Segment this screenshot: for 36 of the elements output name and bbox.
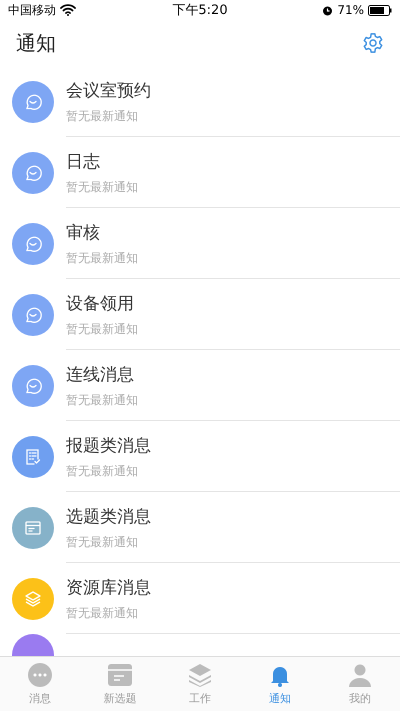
battery-icon bbox=[368, 4, 392, 16]
item-subtitle: 暂无最新通知 bbox=[66, 604, 139, 622]
item-title: 报题类消息 bbox=[66, 434, 151, 456]
status-time: 下午5:20 bbox=[172, 2, 228, 19]
settings-icon[interactable] bbox=[362, 32, 384, 54]
notification-item[interactable]: 连线消息 暂无最新通知 bbox=[0, 350, 400, 421]
item-subtitle: 暂无最新通知 bbox=[66, 462, 139, 480]
item-subtitle: 暂无最新通知 bbox=[66, 108, 139, 124]
item-title: 设备领用 bbox=[66, 292, 135, 314]
item-title: 日志 bbox=[66, 150, 101, 172]
item-subtitle: 暂无最新通知 bbox=[66, 178, 138, 196]
item-subtitle: 暂无最新通知 bbox=[66, 250, 138, 266]
notification-item[interactable]: 报题类消息 暂无最新通知 bbox=[0, 421, 400, 492]
item-title: 资源库消息 bbox=[66, 576, 151, 598]
item-subtitle: 暂无最新通知 bbox=[66, 392, 138, 408]
person-icon bbox=[347, 662, 373, 688]
wifi-icon bbox=[60, 4, 76, 16]
layers-icon bbox=[187, 662, 213, 688]
chat-icon bbox=[27, 662, 53, 688]
page-title: 通知 bbox=[16, 30, 56, 56]
battery-percent: 71% bbox=[337, 3, 364, 17]
card-icon bbox=[107, 662, 133, 688]
item-title: 选题类消息 bbox=[66, 506, 151, 528]
item-title: 会议室预约 bbox=[66, 80, 151, 102]
notification-item[interactable]: 选题类消息 暂无最新通知 bbox=[0, 492, 400, 563]
item-subtitle: 暂无最新通知 bbox=[66, 320, 138, 338]
item-subtitle: 暂无最新通知 bbox=[66, 534, 139, 550]
notification-item[interactable]: 会议室预约 暂无最新通知 bbox=[0, 66, 400, 137]
notification-item[interactable]: 资源库消息 暂无最新通知 bbox=[0, 563, 400, 634]
notification-item[interactable]: 设备领用 暂无最新通知 bbox=[0, 279, 400, 350]
item-title: 连线消息 bbox=[66, 364, 135, 386]
notification-item[interactable]: 审核 暂无最新通知 bbox=[0, 208, 400, 279]
item-title: 审核 bbox=[66, 222, 101, 244]
alarm-icon bbox=[322, 4, 334, 16]
carrier-name: 中国移动 bbox=[8, 2, 56, 18]
notification-item[interactable]: 日志 暂无最新通知 bbox=[0, 137, 400, 208]
